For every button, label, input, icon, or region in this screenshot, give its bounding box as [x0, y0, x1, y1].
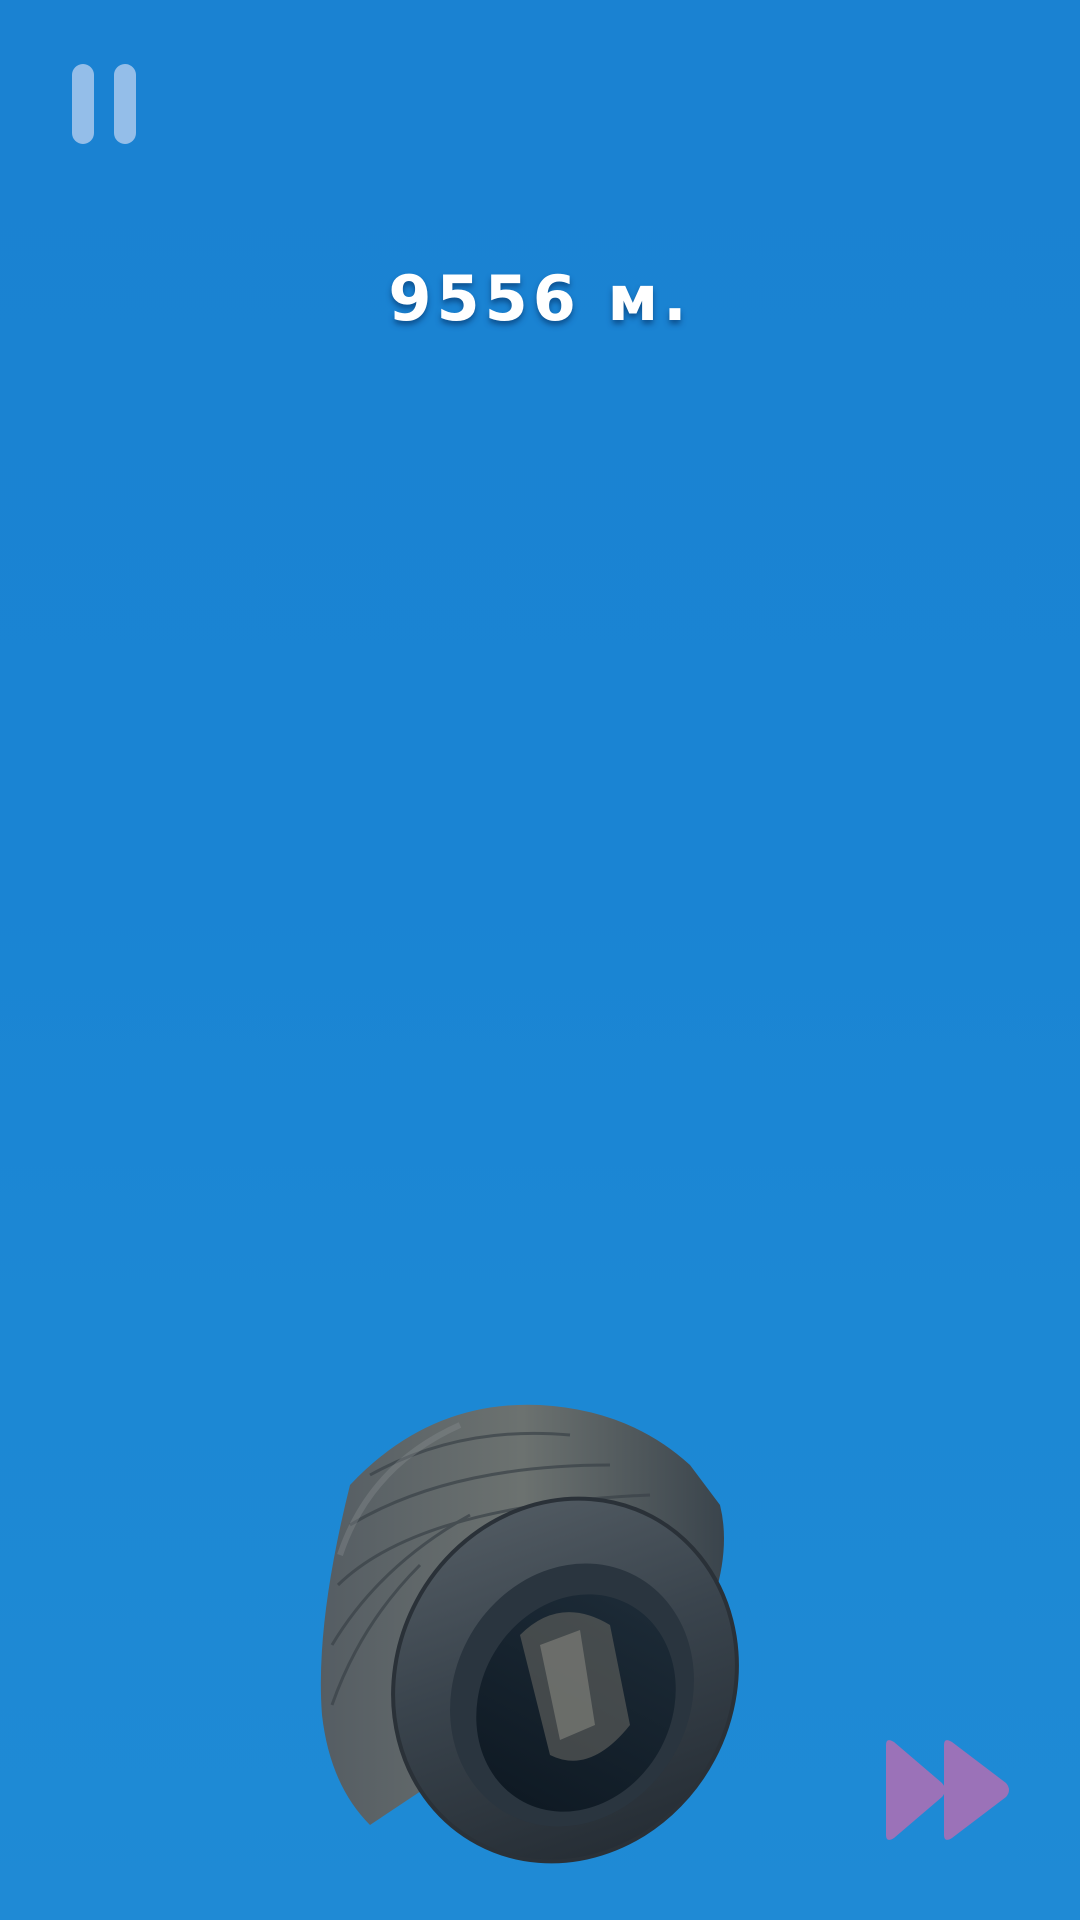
pause-bar-right [114, 64, 136, 144]
fast-forward-button[interactable] [880, 1735, 1016, 1845]
distance-counter: 9556 м. [388, 262, 692, 335]
fast-forward-icon [886, 1740, 1009, 1840]
tire-player [320, 1404, 739, 1864]
pause-button[interactable] [72, 64, 136, 144]
game-scene[interactable]: 9556 м. [0, 0, 1080, 1920]
pause-bar-left [72, 64, 94, 144]
